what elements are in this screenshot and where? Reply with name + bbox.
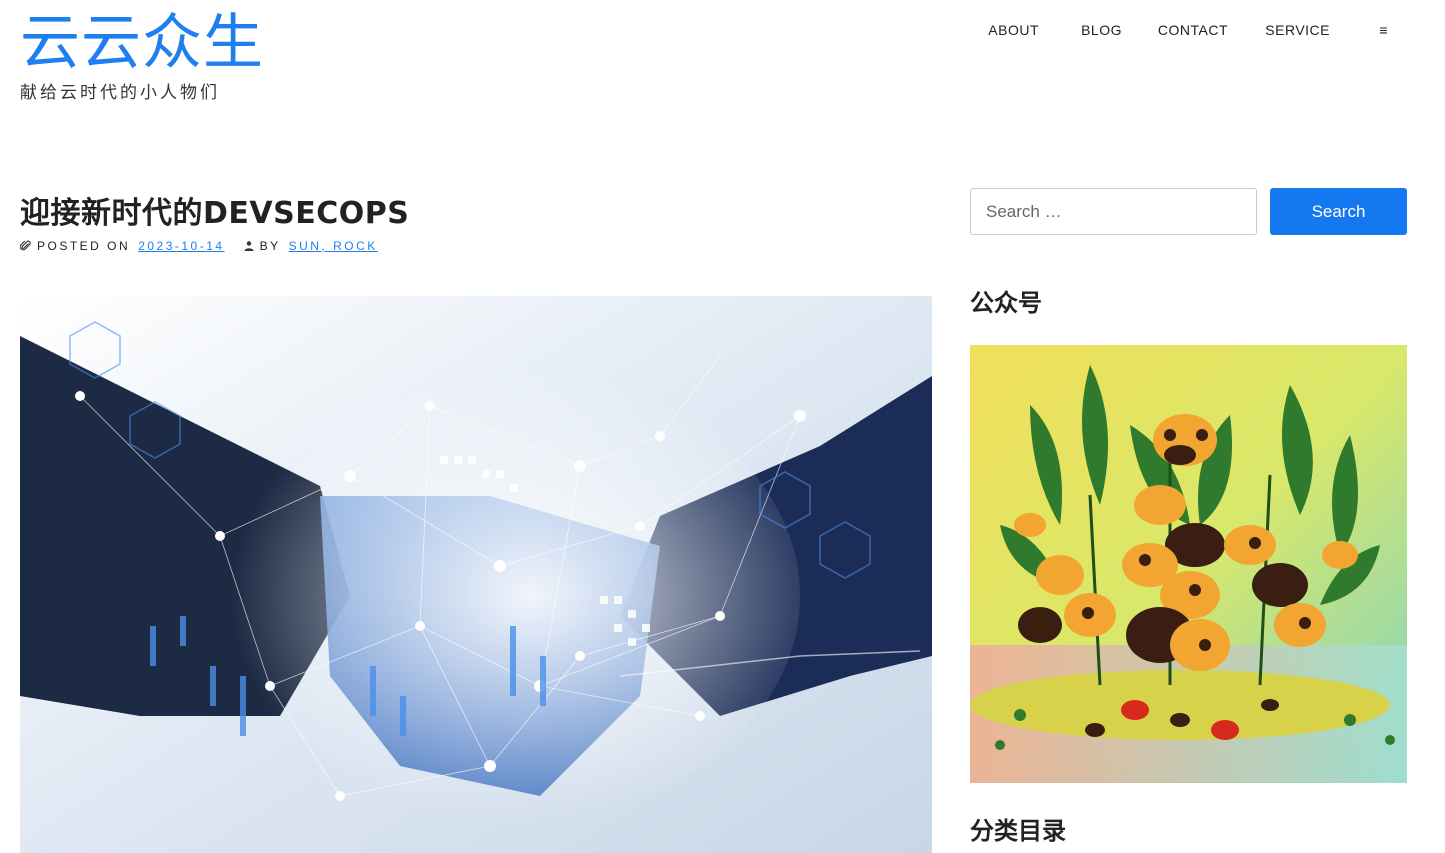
handshake-image bbox=[20, 296, 932, 853]
paperclip-icon bbox=[20, 240, 31, 251]
user-icon bbox=[244, 241, 254, 251]
post-title[interactable]: 迎接新时代的DEVSECOPS bbox=[20, 188, 409, 232]
post-date-link[interactable]: 2023-10-14 bbox=[138, 239, 224, 253]
site-description: 献给云时代的小人物们 bbox=[20, 83, 220, 103]
nav-item-about[interactable]: ABOUT bbox=[988, 22, 1039, 38]
widget-title-wechat: 公众号 bbox=[970, 289, 1042, 317]
search-button[interactable]: Search bbox=[1270, 188, 1407, 235]
post-authors-link[interactable]: SUN, ROCK bbox=[289, 239, 378, 253]
post-featured-image[interactable] bbox=[20, 296, 932, 853]
posted-on-label: POSTED ON bbox=[37, 239, 131, 253]
post-meta: POSTED ON 2023-10-14 BY SUN, ROCK bbox=[20, 239, 378, 253]
nav-item-blog[interactable]: BLOG bbox=[1081, 22, 1122, 38]
hamburger-menu-icon[interactable]: ≡ bbox=[1379, 22, 1388, 38]
ant-illustration bbox=[970, 345, 1407, 783]
search-input[interactable] bbox=[970, 188, 1257, 235]
site-title[interactable]: 云云众生 bbox=[20, 8, 264, 78]
wechat-image bbox=[970, 345, 1407, 783]
widget-title-categories: 分类目录 bbox=[970, 817, 1066, 845]
by-label: BY bbox=[259, 239, 281, 253]
nav-item-service[interactable]: SERVICE bbox=[1265, 22, 1330, 38]
nav-item-contact[interactable]: CONTACT bbox=[1158, 22, 1228, 38]
